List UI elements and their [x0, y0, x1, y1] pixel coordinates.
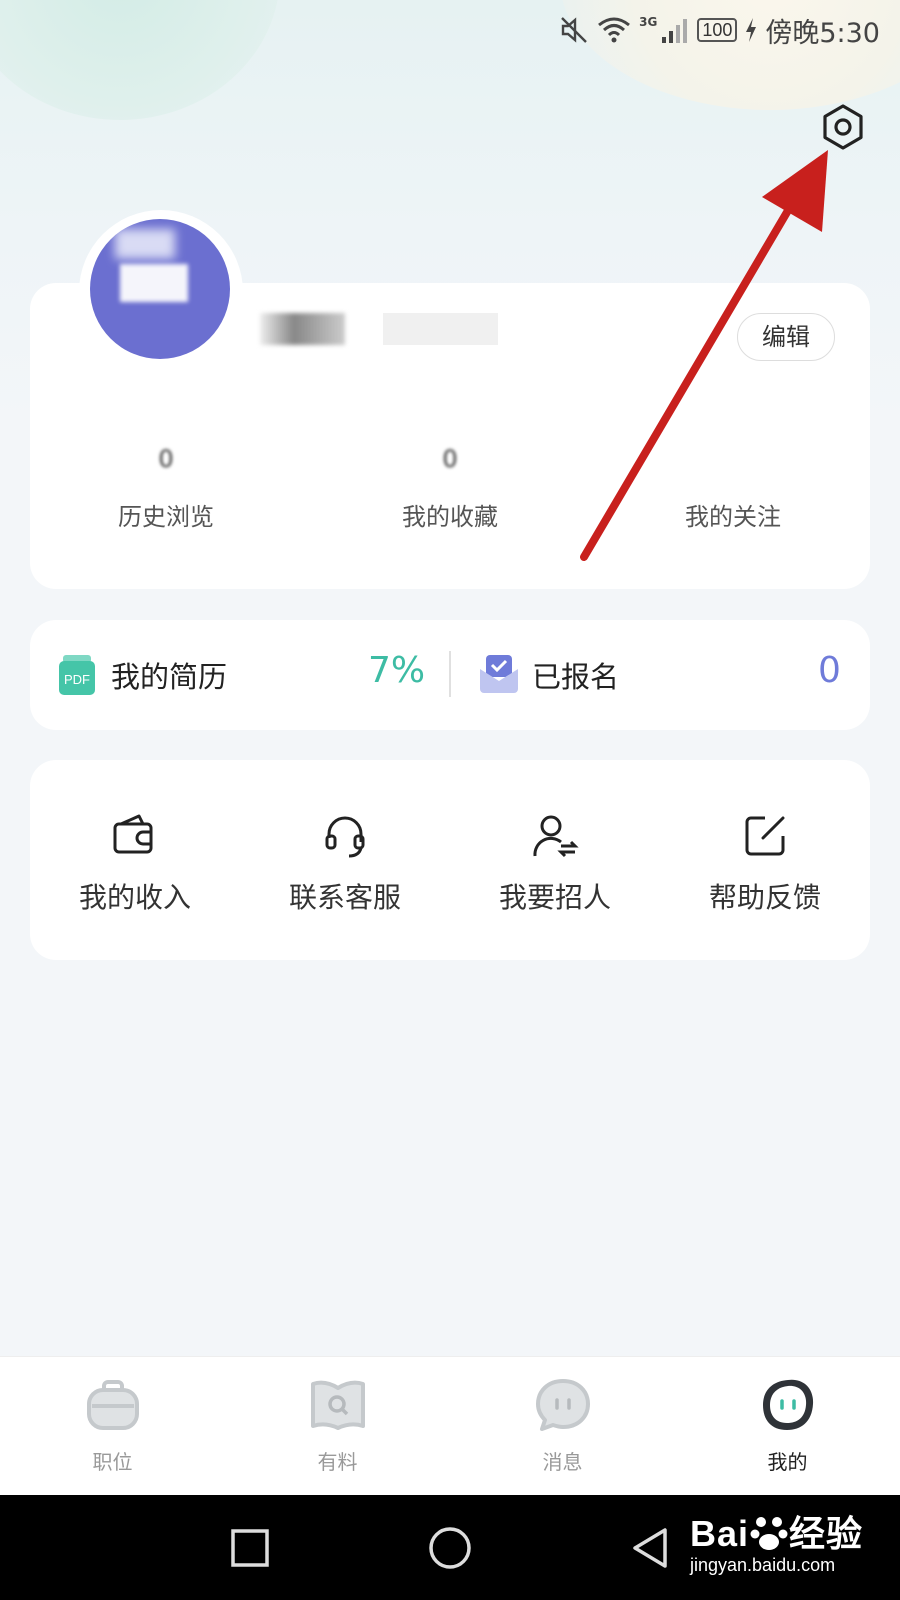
tool-label: 我的收入	[78, 881, 191, 914]
mute-icon	[561, 17, 587, 43]
wifi-icon	[598, 17, 631, 43]
edit-square-icon	[745, 816, 785, 856]
signal-icon	[662, 19, 688, 43]
charging-icon	[746, 18, 757, 42]
paw-logo-icon	[750, 1517, 788, 1550]
applied-count: 0	[818, 650, 841, 691]
resume-completion: 7%	[368, 650, 426, 691]
headset-icon	[325, 816, 365, 858]
applied-label[interactable]: 已报名	[532, 654, 619, 696]
tool-label: 联系客服	[288, 881, 401, 914]
tool-customer-service[interactable]: 联系客服	[245, 812, 445, 916]
recents-square-icon[interactable]	[227, 1525, 273, 1571]
battery-indicator: 100	[697, 18, 738, 42]
user-swap-icon	[533, 815, 579, 858]
clock: 傍晚5:30	[765, 17, 880, 49]
tool-recruit[interactable]: 我要招人	[455, 812, 655, 916]
nav-tab-messages[interactable]: 消息	[450, 1376, 675, 1475]
tool-label: 帮助反馈	[708, 881, 821, 914]
nav-label: 职位	[92, 1450, 133, 1474]
mascot-face-icon	[762, 1379, 813, 1430]
book-search-icon	[310, 1380, 365, 1430]
tool-income[interactable]: 我的收入	[35, 812, 235, 916]
stat-value-history: 0	[158, 445, 174, 473]
stat-history[interactable]: 历史浏览	[56, 497, 276, 532]
stat-favorites[interactable]: 我的收藏	[340, 497, 560, 532]
nav-tab-content[interactable]: 有料	[225, 1376, 450, 1475]
back-triangle-icon[interactable]	[627, 1525, 673, 1571]
network-type: 3G	[639, 15, 658, 29]
baidu-jingyan-watermark: Bai 经验 jingyan.baidu.com	[690, 1513, 864, 1575]
pdf-icon: PDF	[59, 655, 95, 695]
decor-blob	[0, 0, 280, 120]
applied-envelope-icon	[480, 655, 518, 693]
edit-profile-button[interactable]: 编辑	[737, 313, 835, 361]
stat-value-favorites: 0	[442, 445, 458, 473]
nav-label: 有料	[317, 1450, 358, 1474]
nav-label: 我的	[767, 1450, 808, 1474]
nav-tab-me[interactable]: 我的	[675, 1376, 900, 1475]
tool-feedback[interactable]: 帮助反馈	[665, 812, 865, 916]
svg-text:PDF: PDF	[64, 672, 90, 687]
nav-tab-jobs[interactable]: 职位	[0, 1376, 225, 1475]
briefcase-icon	[86, 1380, 139, 1430]
username-redacted	[260, 313, 345, 345]
chat-bubble-icon	[535, 1379, 590, 1431]
home-circle-icon[interactable]	[427, 1525, 473, 1571]
username-redacted	[383, 313, 498, 345]
divider	[449, 651, 451, 697]
stat-following[interactable]: 我的关注	[623, 497, 843, 532]
avatar[interactable]	[90, 219, 230, 359]
nav-label: 消息	[542, 1450, 583, 1474]
my-resume-label[interactable]: 我的简历	[111, 654, 227, 696]
tool-label: 我要招人	[498, 881, 611, 914]
wallet-icon	[113, 814, 153, 854]
settings-gear-icon[interactable]	[818, 102, 868, 152]
status-bar: 3G 100 傍晚5:30	[559, 10, 880, 50]
